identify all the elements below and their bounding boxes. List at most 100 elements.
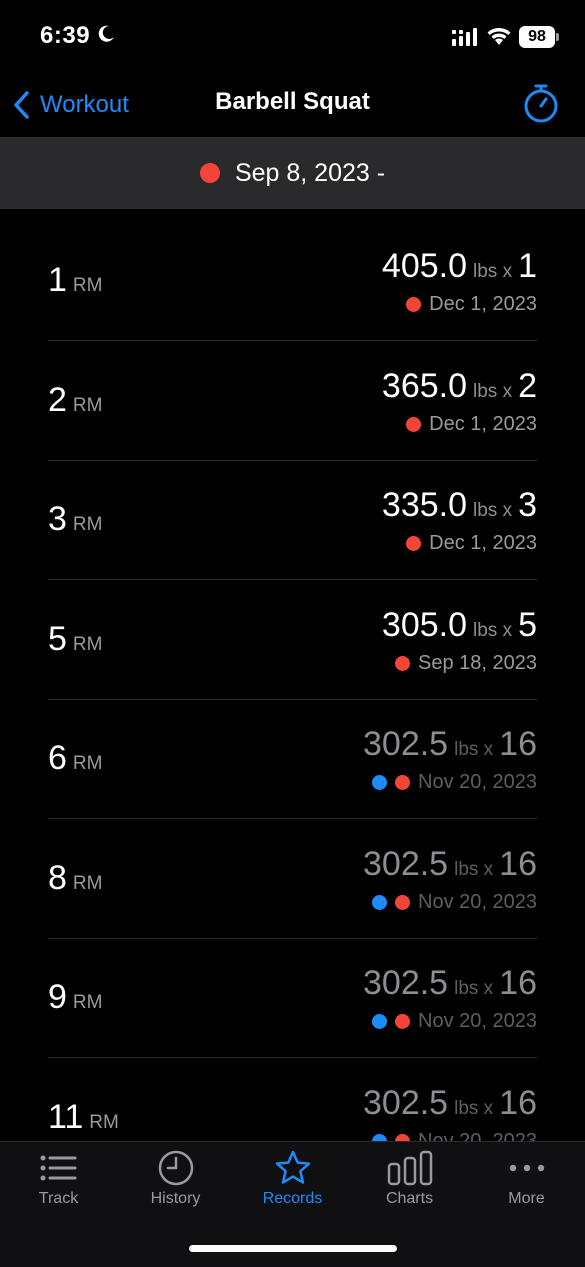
- rep-count: 2: [48, 380, 67, 419]
- record-weight: 302.5: [363, 725, 449, 763]
- record-reps: 2: [518, 366, 537, 405]
- record-value: 302.5 lbs x 16: [363, 964, 537, 1003]
- record-weight: 405.0: [381, 247, 467, 285]
- bar-chart-icon: [387, 1150, 432, 1186]
- date-range-bar[interactable]: Sep 8, 2023 -: [0, 137, 585, 209]
- record-date: Nov 20, 2023: [418, 771, 537, 793]
- rep-count: 11: [48, 1097, 84, 1136]
- rm-suffix: RM: [72, 514, 103, 535]
- record-value: 405.0 lbs x1: [382, 247, 537, 286]
- ellipsis-icon: [509, 1164, 544, 1172]
- star-icon: [275, 1150, 310, 1184]
- record-unit: lbs x: [454, 858, 494, 880]
- record-row[interactable]: 9 RM 302.5 lbs x 16 Nov 20, 2023: [48, 938, 537, 1058]
- rm-suffix: RM: [72, 992, 103, 1013]
- record-reps: 16: [499, 1083, 537, 1122]
- red-dot: [395, 775, 411, 790]
- rm-suffix: RM: [72, 275, 103, 296]
- rep-max-label: 1 RM: [48, 261, 102, 300]
- record-unit: lbs x: [454, 1097, 494, 1119]
- tab-more[interactable]: More: [468, 1150, 585, 1220]
- tab-records[interactable]: Records: [234, 1150, 351, 1220]
- tab-label: Records: [262, 1190, 323, 1207]
- home-indicator: [189, 1245, 397, 1252]
- record-row[interactable]: 2 RM 365.0 lbs x2 Dec 1, 2023: [48, 341, 537, 461]
- red-dot: [395, 894, 411, 910]
- record-date: Dec 1, 2023: [429, 532, 537, 554]
- red-dot: [406, 297, 422, 312]
- rm-suffix: RM: [72, 753, 103, 774]
- tab-track[interactable]: Track: [0, 1150, 117, 1220]
- record-date: Nov 20, 2023: [418, 1129, 537, 1142]
- record-reps: 16: [499, 844, 537, 883]
- record-unit: lbs x: [473, 619, 513, 641]
- moon-icon: [98, 25, 114, 42]
- record-weight: 302.5: [363, 844, 449, 883]
- record-reps: 1: [518, 247, 537, 285]
- red-dot: [395, 655, 410, 671]
- record-date-line: Dec 1, 2023: [406, 293, 537, 316]
- record-row[interactable]: 1 RM 405.0 lbs x1 Dec 1, 2023: [48, 221, 537, 341]
- record-reps: 3: [518, 486, 537, 524]
- rm-suffix: RM: [72, 394, 103, 416]
- blue-dot: [372, 1133, 388, 1141]
- rep-count: 9: [48, 978, 67, 1016]
- blue-dot: [372, 1014, 388, 1029]
- record-value: 302.5 lbs x 16: [363, 845, 537, 884]
- list-icon: [40, 1155, 76, 1181]
- record-date-line: Nov 20, 2023: [372, 1010, 537, 1033]
- rep-count: 1: [48, 261, 67, 299]
- rm-suffix: RM: [89, 1111, 119, 1133]
- record-unit: lbs x: [454, 978, 494, 999]
- rep-count: 8: [48, 858, 67, 897]
- status-time: 6:39: [40, 22, 91, 49]
- tab-label: Charts: [385, 1190, 434, 1207]
- clock-icon: [158, 1150, 193, 1186]
- record-date-line: Dec 1, 2023: [406, 532, 537, 555]
- record-reps: 16: [499, 725, 537, 763]
- tab-label: More: [508, 1190, 545, 1207]
- record-date: Sep 18, 2023: [418, 651, 537, 674]
- record-weight: 335.0: [381, 486, 467, 524]
- record-date: Nov 20, 2023: [418, 1010, 537, 1032]
- record-date: Dec 1, 2023: [429, 293, 537, 315]
- record-row[interactable]: 3 RM 335.0 lbs x3 Dec 1, 2023: [48, 460, 537, 580]
- red-dot: [395, 1014, 411, 1029]
- rep-max-label: 8 RM: [48, 859, 102, 898]
- rep-count: 3: [48, 500, 67, 538]
- battery-nub: [556, 33, 559, 41]
- status-bar: 6:39 98: [0, 0, 585, 74]
- record-row[interactable]: 11 RM 302.5 lbs x 16 Nov 20, 2023: [48, 1058, 537, 1142]
- rm-suffix: RM: [72, 872, 103, 894]
- rep-max-label: 9 RM: [48, 978, 102, 1017]
- record-row[interactable]: 6 RM 302.5 lbs x 16 Nov 20, 2023: [48, 699, 537, 819]
- record-weight: 302.5: [363, 1083, 449, 1122]
- red-dot: [395, 1133, 411, 1141]
- record-value: 305.0 lbs x5: [382, 606, 537, 645]
- battery-indicator: 98: [519, 26, 555, 48]
- record-value: 335.0 lbs x3: [382, 486, 537, 525]
- tab-label: Track: [38, 1190, 79, 1207]
- record-row[interactable]: 8 RM 302.5 lbs x 16 Nov 20, 2023: [48, 819, 537, 939]
- tab-history[interactable]: History: [117, 1150, 234, 1220]
- record-date-line: Sep 18, 2023: [395, 652, 537, 675]
- rep-count: 6: [48, 739, 67, 777]
- record-value: 365.0 lbs x2: [382, 367, 537, 406]
- records-list[interactable]: 1 RM 405.0 lbs x1 Dec 1, 2023 2 RM 365.0 lbs…: [0, 221, 585, 1141]
- record-date: Dec 1, 2023: [429, 412, 537, 435]
- record-value: 302.5 lbs x 16: [363, 1084, 537, 1123]
- rep-max-label: 11 RM: [48, 1098, 119, 1137]
- stopwatch-icon[interactable]: [522, 84, 560, 124]
- blue-dot: [372, 775, 388, 790]
- rep-max-label: 3 RM: [48, 500, 102, 539]
- record-unit: lbs x: [473, 261, 513, 282]
- record-weight: 365.0: [381, 366, 467, 405]
- record-row[interactable]: 5 RM 305.0 lbs x5 Sep 18, 2023: [48, 580, 537, 700]
- tab-charts[interactable]: Charts: [351, 1150, 468, 1220]
- rep-max-label: 5 RM: [48, 620, 102, 659]
- record-date-line: Nov 20, 2023: [372, 771, 537, 794]
- cellular-signal-icon: [452, 28, 477, 46]
- blue-dot: [372, 894, 388, 910]
- navigation-bar: Workout Barbell Squat: [0, 74, 585, 136]
- tab-label: History: [150, 1190, 201, 1207]
